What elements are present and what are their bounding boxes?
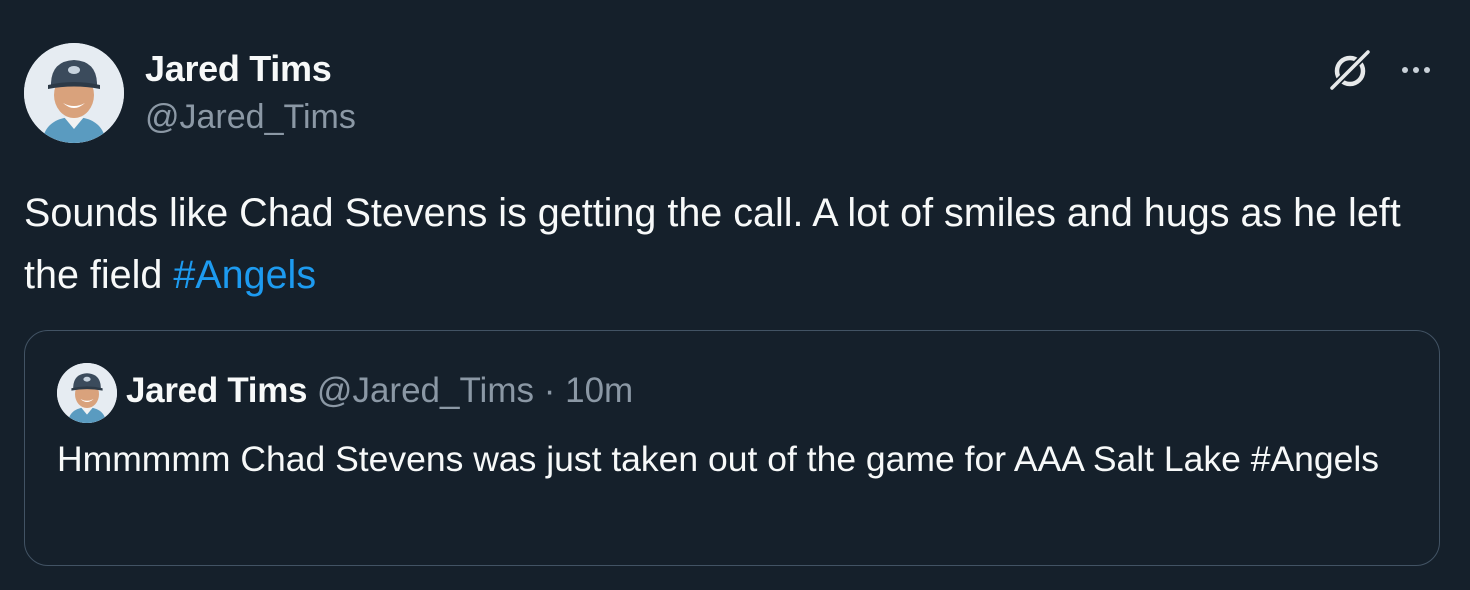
avatar-photo xyxy=(57,363,117,423)
quoted-author-handle[interactable]: @Jared_Tims xyxy=(317,371,534,410)
quoted-tweet-time[interactable]: 10m xyxy=(565,371,633,410)
grok-icon[interactable] xyxy=(1326,46,1374,94)
quoted-author-avatar[interactable] xyxy=(57,363,117,423)
author-handle[interactable]: @Jared_Tims xyxy=(145,98,356,137)
more-options-icon[interactable] xyxy=(1394,60,1438,80)
avatar-photo xyxy=(24,43,124,143)
quoted-author-name[interactable]: Jared Tims xyxy=(126,371,307,410)
tweet-card: Jared Tims @Jared_Tims Sounds like Chad … xyxy=(0,0,1470,590)
quoted-tweet-header: Jared Tims @Jared_Tims · 10m xyxy=(126,371,633,411)
tweet-text: Sounds like Chad Stevens is getting the … xyxy=(24,182,1434,306)
hashtag-link[interactable]: #Angels xyxy=(173,253,316,297)
author-avatar[interactable] xyxy=(24,43,124,143)
quoted-tweet-text: Hmmmmm Chad Stevens was just taken out o… xyxy=(57,439,1380,479)
author-name[interactable]: Jared Tims xyxy=(145,48,332,90)
separator-dot: · xyxy=(543,371,556,410)
quoted-tweet[interactable]: Jared Tims @Jared_Tims · 10m Hmmmmm Chad… xyxy=(24,330,1440,566)
